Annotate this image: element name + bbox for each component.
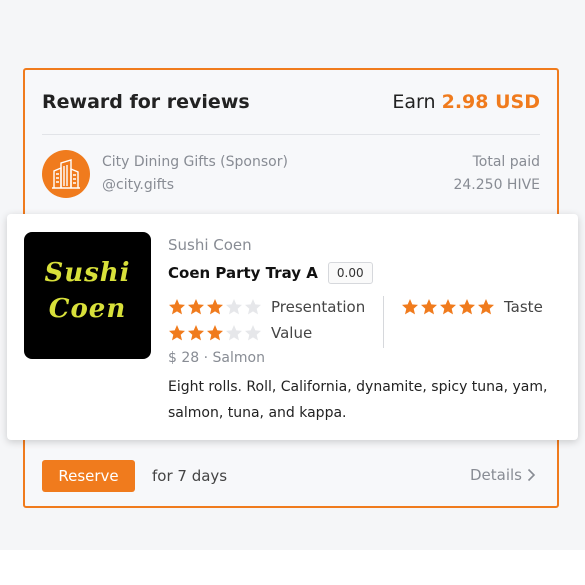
details-label[interactable]: Details — [470, 466, 522, 484]
earn-label: Earn — [392, 91, 436, 113]
star-empty-icon — [245, 325, 261, 341]
total-paid-value: 24.250 HIVE — [453, 177, 540, 193]
earn-amount: 2.98 USD — [441, 91, 540, 113]
item-name[interactable]: Coen Party Tray A — [168, 264, 318, 282]
star-filled-icon — [478, 299, 494, 315]
sponsor-handle[interactable]: @city.gifts — [102, 177, 174, 193]
reserve-button[interactable]: Reserve — [42, 460, 135, 492]
restaurant-name[interactable]: Sushi Coen — [168, 236, 252, 254]
star-filled-icon — [459, 299, 475, 315]
city-buildings-icon[interactable] — [42, 150, 90, 198]
logo-line-2: Coen — [48, 294, 127, 324]
details-link[interactable]: Details — [470, 466, 536, 484]
star-empty-icon — [226, 299, 242, 315]
star-filled-icon — [440, 299, 456, 315]
rating-taste: Taste — [401, 296, 543, 318]
star-rating — [401, 298, 496, 316]
restaurant-logo: Sushi Coen — [24, 232, 151, 359]
logo-line-1: Sushi — [44, 258, 131, 288]
star-filled-icon — [169, 299, 185, 315]
chevron-right-icon — [527, 468, 536, 482]
score-badge: 0.00 — [327, 262, 373, 284]
star-filled-icon — [188, 325, 204, 341]
star-filled-icon — [207, 299, 223, 315]
card-title: Reward for reviews — [42, 91, 250, 113]
sponsor-row: City Dining Gifts (Sponsor) @city.gifts … — [42, 150, 540, 200]
card-header: Reward for reviews Earn 2.98 USD — [42, 70, 540, 135]
star-empty-icon — [226, 325, 242, 341]
star-empty-icon — [245, 299, 261, 315]
earn-amount-display: Earn 2.98 USD — [392, 91, 540, 113]
star-filled-icon — [169, 325, 185, 341]
rating-value: Value — [168, 322, 312, 344]
menu-item-panel[interactable]: Sushi Coen Sushi Coen Coen Party Tray A … — [7, 214, 578, 440]
rating-presentation: Presentation — [168, 296, 365, 318]
star-rating — [168, 298, 263, 316]
item-name-row: Coen Party Tray A 0.00 — [168, 262, 373, 284]
star-filled-icon — [188, 299, 204, 315]
price-and-category: $ 28 · Salmon — [168, 350, 265, 366]
rating-label: Presentation — [271, 298, 366, 316]
star-filled-icon — [207, 325, 223, 341]
star-filled-icon — [402, 299, 418, 315]
sponsor-name[interactable]: City Dining Gifts (Sponsor) — [102, 154, 288, 170]
card-footer: Reserve for 7 days Details — [42, 460, 540, 494]
total-paid-label: Total paid — [472, 154, 540, 170]
item-description: Eight rolls. Roll, California, dynamite,… — [168, 379, 548, 421]
star-rating — [168, 324, 263, 342]
rating-label: Value — [271, 324, 313, 342]
rating-label: Taste — [504, 298, 543, 316]
ratings-divider — [383, 296, 384, 348]
star-filled-icon — [421, 299, 437, 315]
reserve-duration: for 7 days — [152, 467, 228, 485]
ratings-block: Presentation Value Taste — [168, 296, 568, 352]
